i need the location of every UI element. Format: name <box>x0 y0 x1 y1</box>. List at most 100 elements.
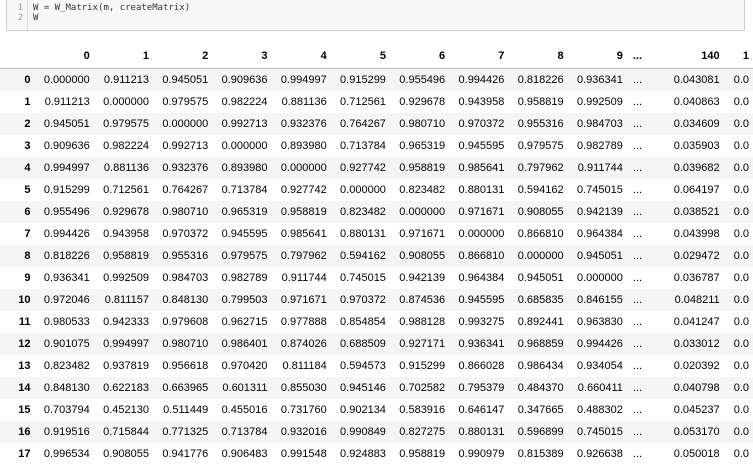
table-cell: 0.945051 <box>576 250 623 262</box>
table-cell: 0.041247 <box>673 316 720 328</box>
table-cell: 0.992509 <box>103 272 149 284</box>
table-cell: 0.979575 <box>162 96 209 108</box>
table-cell: 0.043081 <box>673 74 720 86</box>
table-cell: 0.958819 <box>399 162 446 174</box>
code-line[interactable]: W <box>33 13 190 23</box>
row-index: 1 <box>24 96 31 108</box>
table-row: 13 0.823482 0.937819 0.956618 0.970420 0.8111… <box>0 355 753 377</box>
table-cell: 0.855030 <box>280 382 327 394</box>
table-cell: 0.955316 <box>517 118 564 130</box>
table-row: 9 0.936341 0.992509 0.984703 0.982789 0.91174… <box>0 267 753 289</box>
table-cell: 0.901075 <box>43 338 90 350</box>
table-cell: 0.972046 <box>43 294 90 306</box>
header-row: 0 1 2 3 4 5 6 7 8 9... 140 1 <box>0 44 753 69</box>
table-cell: 0.979575 <box>103 118 149 130</box>
table-cell: 0.064197 <box>673 184 720 196</box>
table-cell: 0.484370 <box>517 382 564 394</box>
table-cell: 0.993275 <box>458 316 505 328</box>
table-cell: 0.846155 <box>576 294 623 306</box>
table-cell: 0.964384 <box>576 228 623 240</box>
row-index: 13 <box>18 360 31 372</box>
table-cell: 0.909636 <box>43 140 90 152</box>
table-cell: 0.927742 <box>340 162 386 174</box>
table-cell: 0.000000 <box>280 162 327 174</box>
table-cell: 0.797962 <box>517 162 564 174</box>
table-row: 5 0.915299 0.712561 0.764267 0.713784 0.92774… <box>0 179 753 201</box>
table-cell: 0.050018 <box>673 448 720 460</box>
row-index: 4 <box>24 162 31 174</box>
table-cell: 0.511449 <box>163 404 209 416</box>
row-index: 16 <box>18 426 31 438</box>
table-cell: 0.0 <box>733 184 749 196</box>
table-cell: 0.040863 <box>673 96 720 108</box>
table-cell: 0.994997 <box>103 338 149 350</box>
table-cell: 0.988128 <box>399 316 446 328</box>
row-index: 7 <box>24 228 31 240</box>
row-index: 9 <box>24 272 31 284</box>
table-cell: 0.036787 <box>673 272 720 284</box>
row-index: 5 <box>24 184 31 196</box>
table-cell: 0.795379 <box>458 382 505 394</box>
table-cell: 0.594573 <box>340 360 386 372</box>
table-cell: 0.964384 <box>458 272 505 284</box>
ellipsis-cell: ... <box>632 272 643 284</box>
table-cell: 0.994426 <box>458 74 505 86</box>
table-cell: 0.866810 <box>458 250 505 262</box>
table-cell: 0.945595 <box>458 140 505 152</box>
table-cell: 0.971671 <box>399 228 446 240</box>
table-cell: 0.915299 <box>43 184 90 196</box>
table-cell: 0.000000 <box>221 140 268 152</box>
column-header: 6 <box>389 44 450 69</box>
table-cell: 0.874536 <box>399 294 446 306</box>
table-cell: 0.818226 <box>517 74 564 86</box>
ellipsis-cell: ... <box>632 118 643 130</box>
table-cell: 0.713784 <box>221 426 268 438</box>
table-cell: 0.980710 <box>399 118 446 130</box>
row-index: 12 <box>18 338 31 350</box>
table-cell: 0.958819 <box>280 206 327 218</box>
table-cell: 0.452130 <box>103 404 149 416</box>
ellipsis-cell: ... <box>632 360 643 372</box>
table-cell: 0.982224 <box>221 96 268 108</box>
table-cell: 0.955316 <box>162 250 209 262</box>
column-header: 8 <box>508 44 568 69</box>
table-cell: 0.986401 <box>221 338 268 350</box>
table-cell: 0.942139 <box>399 272 446 284</box>
ellipsis-cell: ... <box>632 74 643 86</box>
table-cell: 0.0 <box>733 316 749 328</box>
table-cell: 0.0 <box>733 118 749 130</box>
code-cell[interactable]: 1 2 W = W_Matrix(m, createMatrix) W <box>6 0 745 31</box>
table-cell: 0.911744 <box>577 162 623 174</box>
table-cell: 0.043998 <box>673 228 720 240</box>
table-cell: 0.0 <box>733 448 749 460</box>
table-cell: 0.811184 <box>282 360 327 372</box>
code-line[interactable]: W = W_Matrix(m, createMatrix) <box>33 3 190 13</box>
table-cell: 0.764267 <box>340 118 386 130</box>
table-cell: 0.943958 <box>458 96 505 108</box>
table-cell: 0.992713 <box>221 118 268 130</box>
table-cell: 0.881136 <box>103 162 149 174</box>
table-cell: 0.909636 <box>221 74 268 86</box>
table-cell: 0.874026 <box>280 338 327 350</box>
ellipsis-cell: ... <box>632 140 643 152</box>
row-index: 15 <box>18 404 31 416</box>
table-cell: 0.934054 <box>576 360 623 372</box>
table-cell: 0.945146 <box>340 382 386 394</box>
table-cell: 0.880131 <box>458 426 505 438</box>
table-cell: 0.688509 <box>340 338 386 350</box>
table-cell: 0.991548 <box>280 448 327 460</box>
code-editor[interactable]: W = W_Matrix(m, createMatrix) W <box>33 3 190 23</box>
table-row: 10 0.972046 0.811157 0.848130 0.799503 0.9716… <box>0 289 753 311</box>
table-cell: 0.033012 <box>673 338 720 350</box>
table-cell: 0.000000 <box>517 250 564 262</box>
ellipsis-cell: ... <box>632 404 643 416</box>
table-cell: 0.039682 <box>673 162 720 174</box>
table-cell: 0.811157 <box>104 294 149 306</box>
table-cell: 0.713784 <box>340 140 386 152</box>
ellipsis-cell: ... <box>632 382 643 394</box>
table-cell: 0.048211 <box>674 294 720 306</box>
table-cell: 0.984703 <box>576 118 623 130</box>
column-header: 1 <box>723 44 753 69</box>
table-cell: 0.040798 <box>673 382 720 394</box>
table-cell: 0.818226 <box>43 250 90 262</box>
